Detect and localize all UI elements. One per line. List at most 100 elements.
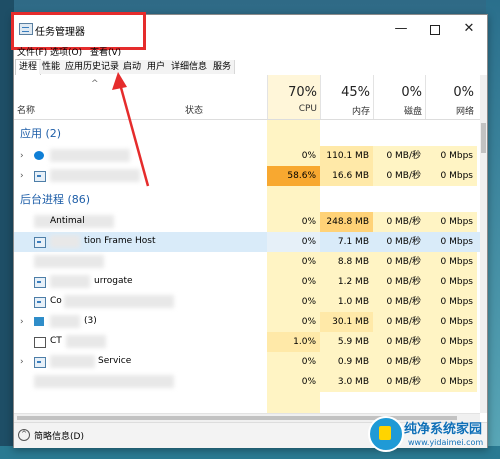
process-name: Service [98,356,132,366]
tab-app-history[interactable]: 应用历史记录 [62,60,124,74]
network-value: 0 Mbps [425,166,477,186]
disk-value: 0 MB/秒 [386,237,421,247]
disk-label: 磁盘 [403,107,422,117]
memory-total: 45% [341,85,370,100]
folder-icon [34,317,44,326]
process-name: CT [50,336,62,346]
menu-view[interactable]: 查看(V) [90,45,121,58]
expand-icon[interactable]: › [20,151,24,161]
disk-value: 0 MB/秒 [373,146,425,166]
column-memory[interactable]: 45% 内存 [320,75,374,119]
disk-value: 0 MB/秒 [373,252,425,272]
column-network[interactable]: 0% 网络 [425,75,478,119]
column-name[interactable]: 名称 [17,103,35,116]
cpu-value: 0% [267,372,320,392]
menu-options[interactable]: 选项(O) [50,45,82,58]
redacted-name [50,149,130,162]
disk-value: 0 MB/秒 [373,292,425,312]
watermark-title: 纯净系统家园 [404,422,483,437]
fewer-details-link[interactable]: 简略信息(D) [34,429,84,442]
tab-startup[interactable]: 启动 [120,60,146,74]
cpu-value: 0% [267,212,320,232]
cpu-label: CPU [298,104,317,114]
group-apps[interactable]: 应用 (2) [20,125,61,141]
network-value: 0 Mbps [425,312,477,332]
menu-bar: 文件(F) 选项(O) 查看(V) [14,43,487,59]
expand-icon[interactable]: › [20,171,24,181]
desktop-right-strip [486,0,500,459]
disk-value: 0 MB/秒 [373,272,425,292]
ct-icon [34,337,46,348]
process-name: Co [50,296,62,306]
process-row[interactable]: tion Frame Host 0% 7.1 MB 0 MB/秒 0 Mbps [14,232,480,252]
process-row[interactable]: › 58.6% 16.6 MB 0 MB/秒 0 Mbps [14,166,480,186]
column-status[interactable]: 状态 [185,103,203,116]
process-row[interactable]: CT 1.0% 5.9 MB 0 MB/秒 0 Mbps [14,332,480,352]
process-list: 应用 (2) › 0% 110.1 MB 0 MB/秒 0 Mbps › 58.… [14,120,480,413]
column-disk[interactable]: 0% 磁盘 [373,75,426,119]
network-label: 网络 [455,107,474,117]
maximize-button[interactable] [418,15,452,43]
network-value: 0 Mbps [425,146,477,166]
cpu-value: 0% [267,352,320,372]
vertical-scrollbar[interactable] [480,75,487,413]
process-row[interactable]: 0% 8.8 MB 0 MB/秒 0 Mbps [14,252,480,272]
process-row[interactable]: Antimal 0% 248.8 MB 0 MB/秒 0 Mbps [14,212,480,232]
collapse-icon[interactable]: ^ [18,429,30,441]
process-row[interactable]: › Service 0% 0.9 MB 0 MB/秒 0 Mbps [14,352,480,372]
cpu-value: 1.0% [267,332,320,352]
app-icon [34,237,46,248]
column-cpu[interactable]: 70% CPU [267,75,321,119]
title-bar[interactable]: 任务管理器 — ✕ [14,15,487,43]
sort-up-icon: ^ [91,79,99,89]
network-value: 0 Mbps [425,332,477,352]
memory-value: 30.1 MB [320,312,373,332]
disk-value: 0 MB/秒 [373,352,425,372]
redacted-name [50,275,90,288]
memory-value: 0.9 MB [320,352,373,372]
vertical-scroll-thumb[interactable] [481,123,486,153]
close-button[interactable]: ✕ [452,15,486,43]
memory-value: 248.8 MB [320,212,373,232]
process-name: urrogate [94,276,133,286]
tab-performance[interactable]: 性能 [39,60,65,74]
cpu-value: 0% [267,146,320,166]
memory-value: 5.9 MB [320,332,373,352]
menu-file[interactable]: 文件(F) [17,45,47,58]
watermark-logo-icon [368,416,404,452]
memory-value: 3.0 MB [320,372,373,392]
redacted-name [50,355,95,368]
process-row[interactable]: 0% 3.0 MB 0 MB/秒 0 Mbps [14,372,480,392]
expand-icon[interactable]: › [20,317,24,327]
memory-value: 1.0 MB [320,292,373,312]
task-manager-icon [19,23,33,35]
disk-value: 0 MB/秒 [373,372,425,392]
cpu-value: 0% [267,312,320,332]
minimize-button[interactable]: — [384,15,418,43]
network-value: 0 Mbps [425,372,477,392]
task-manager-window: 任务管理器 — ✕ 文件(F) 选项(O) 查看(V) 进程 性能 应用历史记录… [11,12,488,448]
cpu-value: 0% [267,252,320,272]
tab-users[interactable]: 用户 [144,60,170,74]
task-manager-icon [34,171,46,182]
group-background[interactable]: 后台进程 (86) [20,191,90,207]
tab-processes[interactable]: 进程 [15,59,42,76]
process-row[interactable]: › (3) 0% 30.1 MB 0 MB/秒 0 Mbps [14,312,480,332]
network-value: 0 Mbps [425,252,477,272]
window-title: 任务管理器 [35,27,85,38]
expand-icon[interactable]: › [20,357,24,367]
network-value: 0 Mbps [440,237,473,247]
redacted-name [34,375,174,388]
cpu-value: 58.6% [267,166,320,186]
process-name: tion Frame Host [84,236,156,246]
memory-value: 8.8 MB [320,252,373,272]
process-row[interactable]: › 0% 110.1 MB 0 MB/秒 0 Mbps [14,146,480,166]
cpu-value: 0% [267,272,320,292]
process-row[interactable]: Co 0% 1.0 MB 0 MB/秒 0 Mbps [14,292,480,312]
tab-details[interactable]: 详细信息 [168,60,212,74]
edge-icon [34,151,44,160]
tab-services[interactable]: 服务 [210,60,236,74]
process-row[interactable]: urrogate 0% 1.2 MB 0 MB/秒 0 Mbps [14,272,480,292]
memory-value: 16.6 MB [320,166,373,186]
column-header: ^ 名称 状态 70% CPU 45% 内存 0% 磁盘 0% 网络 [14,75,480,120]
